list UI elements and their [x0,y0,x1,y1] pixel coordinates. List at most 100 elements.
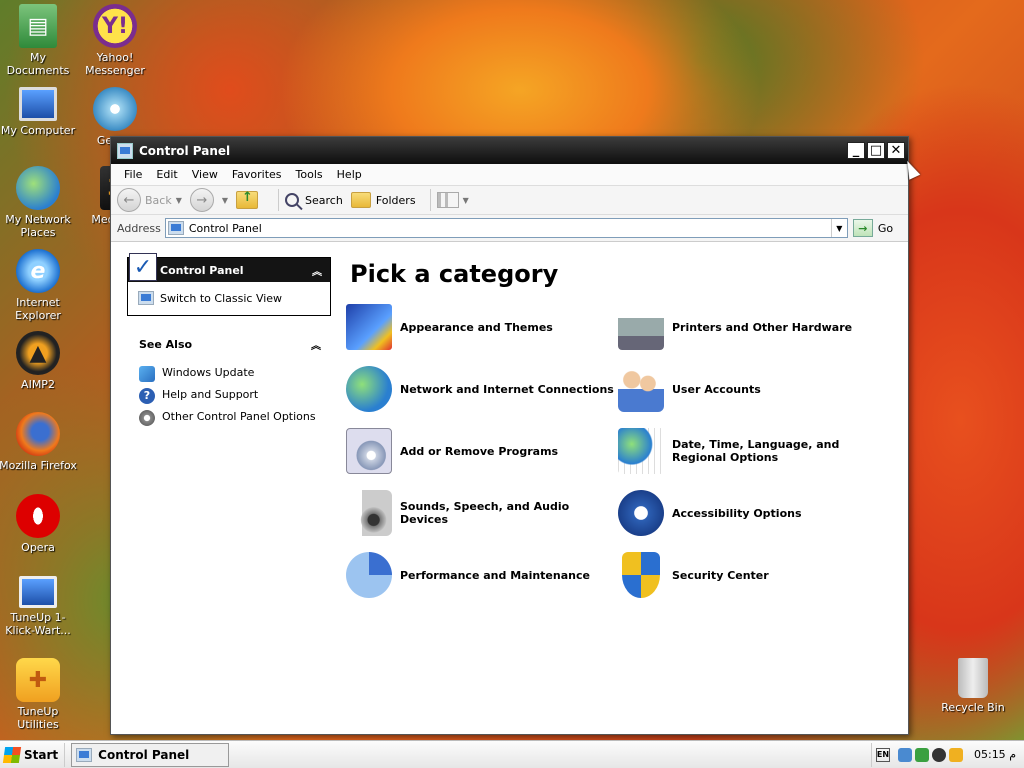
desktop-icon-my-documents[interactable]: ▤ My Documents [0,4,77,77]
desktop-icon-tuneup-utilities[interactable]: ✚ TuneUp Utilities [0,658,77,731]
desktop-icon-label: Recycle Bin [941,701,1005,714]
category-label: Sounds, Speech, and Audio Devices [400,500,570,526]
category-label: Appearance and Themes [400,320,553,334]
datetime-icon [618,428,664,474]
tuneup-utilities-icon: ✚ [16,658,60,702]
title-bar[interactable]: Control Panel _ □ ✕ [111,137,908,164]
desktop-icon-label: TuneUp 1-Klick-Wart... [5,611,71,637]
up-button[interactable] [236,190,264,209]
category-user-accounts[interactable]: User Accounts [618,366,890,412]
category-security-center[interactable]: Security Center [618,552,890,598]
tuneup-monitor-icon [19,576,57,608]
see-also-help-support[interactable]: ? Help and Support [139,388,331,404]
menu-file[interactable]: File [117,168,149,181]
computer-icon [19,87,57,121]
category-label: User Accounts [672,382,761,396]
search-icon [285,193,300,207]
control-panel-box-header[interactable]: ✓ Control Panel ︽ [128,253,330,282]
go-label: Go [877,221,894,235]
back-button[interactable]: ← Back ▼ [117,188,182,212]
folder-up-icon [236,190,259,209]
taskbar-control-panel[interactable]: Control Panel [71,742,230,767]
yahoo-icon: Y! [93,4,137,48]
see-also-header[interactable]: See Also ︽ [127,337,331,352]
address-dropdown-button[interactable]: ▼ [830,219,847,237]
back-label: Back [145,193,172,207]
collapse-icon[interactable]: ︽ [312,263,322,278]
desktop-icon-label: AIMP2 [21,378,55,391]
user-tray-icon[interactable] [948,747,963,762]
category-grid: Appearance and Themes Printers and Other… [346,304,908,598]
toolbar-separator [278,189,280,211]
category-label: Accessibility Options [672,506,802,520]
printer-icon [618,304,664,350]
system-tray: EN 05:15 م [870,742,1024,767]
task-pane: ✓ Control Panel ︽ Switch to Classic View… [111,242,346,712]
documents-icon: ▤ [19,4,57,48]
close-button[interactable]: ✕ [887,142,905,159]
menu-edit[interactable]: Edit [149,168,184,181]
category-printers-hardware[interactable]: Printers and Other Hardware [618,304,890,350]
menu-tools[interactable]: Tools [289,168,330,181]
shield-tray-icon[interactable] [914,747,929,762]
menu-help[interactable]: Help [330,168,369,181]
folder-icon [350,192,371,208]
category-date-time-language[interactable]: Date, Time, Language, and Regional Optio… [618,428,890,474]
category-performance-maintenance[interactable]: Performance and Maintenance [346,552,618,598]
language-indicator[interactable]: EN [875,747,890,762]
windows-logo-icon [2,746,22,763]
minimize-button[interactable]: _ [847,142,865,159]
page-title: Pick a category [350,260,559,288]
views-icon [436,192,459,208]
recycle-bin-icon [958,658,988,698]
accessibility-icon [618,490,664,536]
address-input[interactable]: Control Panel ▼ [164,218,848,238]
forward-button[interactable]: → ▼ [189,188,228,212]
desktop-icon-label: Internet Explorer [15,296,61,322]
menu-view[interactable]: View [185,168,225,181]
folders-label: Folders [375,193,416,207]
go-arrow-icon: → [852,219,873,237]
gear-icon [139,410,155,426]
speaker-tray-icon[interactable] [931,747,946,762]
desktop-icon-label: My Network Places [5,213,71,239]
firefox-icon [16,412,60,456]
address-bar: Address Control Panel ▼ → Go [111,215,908,242]
control-panel-icon [167,221,184,235]
desktop-icon-label: Mozilla Firefox [0,459,77,472]
menu-favorites[interactable]: Favorites [225,168,289,181]
category-network-internet[interactable]: Network and Internet Connections [346,366,618,412]
desktop-icon-internet-explorer[interactable]: e Internet Explorer [0,249,77,322]
desktop-icon-aimp2[interactable]: ▲ AIMP2 [0,331,77,391]
clock[interactable]: 05:15 م [974,748,1016,761]
monitor-tray-icon[interactable] [897,747,912,762]
collapse-icon[interactable]: ︽ [311,337,321,352]
desktop-icon-yahoo-messenger[interactable]: Y! Yahoo! Messenger [76,4,154,77]
desktop-icon-opera[interactable]: Opera [0,494,77,554]
start-button[interactable]: Start [0,742,66,767]
desktop-icon-mozilla-firefox[interactable]: Mozilla Firefox [0,412,77,472]
views-button[interactable]: ▼ [436,192,469,208]
category-add-remove-programs[interactable]: Add or Remove Programs [346,428,618,474]
category-accessibility-options[interactable]: Accessibility Options [618,490,890,536]
search-button[interactable]: Search [285,193,343,207]
help-icon: ? [139,388,155,404]
appearance-icon [346,304,392,350]
desktop-icon-recycle-bin[interactable]: Recycle Bin [934,658,1012,714]
maximize-button[interactable]: □ [867,142,885,159]
desktop-icon-my-computer[interactable]: My Computer [0,87,77,137]
see-also-other-options[interactable]: Other Control Panel Options [139,410,331,426]
category-sounds-speech-audio[interactable]: Sounds, Speech, and Audio Devices [346,490,618,536]
category-label: Printers and Other Hardware [672,320,853,334]
switch-classic-view-link[interactable]: Switch to Classic View [128,282,330,315]
see-also-windows-update[interactable]: Windows Update [139,366,331,382]
control-panel-icon [138,291,154,305]
category-appearance-themes[interactable]: Appearance and Themes [346,304,618,350]
performance-icon [346,552,392,598]
desktop-icon-tuneup-1klick[interactable]: TuneUp 1-Klick-Wart... [0,576,77,637]
folders-button[interactable]: Folders [350,192,416,208]
chevron-down-icon: ▼ [175,195,182,205]
desktop-icon-my-network-places[interactable]: My Network Places [0,166,77,239]
network-globe-icon [16,166,60,210]
go-button[interactable]: → Go [852,219,894,237]
